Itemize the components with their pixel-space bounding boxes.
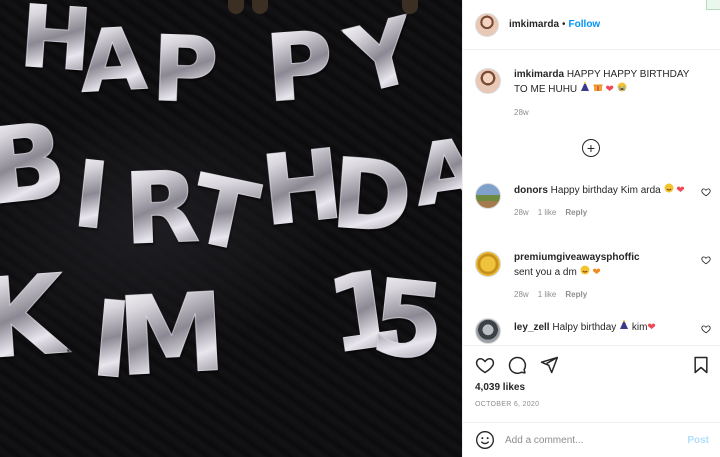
heart-emoji: ❤ [676,185,685,196]
follow-button[interactable]: Follow [569,19,601,30]
emoji-smiley-icon[interactable] [475,430,495,450]
like-heart-icon[interactable] [475,355,495,375]
post-photo[interactable]: H A P P Y B I R T H D A K I M 1 5 [0,0,462,457]
comment-time: 28w [514,208,529,217]
party-hat-emoji [619,320,629,333]
reply-button[interactable]: Reply [565,290,587,299]
avatar[interactable] [475,251,501,277]
balloon-letter: M [114,270,229,401]
caption: imkimarda HAPPY HAPPY BIRTHDAY TO ME HUH… [475,68,711,117]
balloon-letter: P [262,11,338,124]
comment-username[interactable]: donors [514,185,548,196]
comment-item: ley_zell Halpy birthday kim❤ [475,318,711,344]
like-comment-heart-icon[interactable] [701,324,711,334]
post-date: OCTOBER 6, 2020 [475,401,540,408]
reply-button[interactable]: Reply [565,208,587,217]
avatar[interactable] [475,183,501,209]
balloon-letter: 5 [365,255,451,385]
background-light [252,0,268,14]
balloon-letter: D [328,137,416,255]
crying-face-emoji [617,82,627,95]
post-comment-button[interactable]: Post [687,435,709,446]
separator-dot: • [562,19,566,30]
comment-text: Halpy birthday [552,322,617,333]
comment-item: premiumgiveawaysphoffic sent you a dm ❤ … [475,251,711,299]
post-side-panel: imkimarda • Follow imkimarda HAPPY HAPPY… [462,0,720,457]
like-comment-heart-icon[interactable] [701,187,711,197]
party-hat-emoji [580,82,590,95]
avatar[interactable] [475,12,499,37]
comment-time: 28w [514,290,529,299]
comment-item: donors Happy birthday Kim arda ❤ 28w 1 l… [475,183,711,217]
balloon-letter: B [0,99,72,230]
avatar[interactable] [475,318,501,344]
balloon-letter: P [150,16,221,125]
comment-text: sent you a dm [514,267,577,278]
comment-text-after: kim [631,322,648,333]
balloon-letter: Y [338,0,428,116]
header-username[interactable]: imkimarda [509,19,559,30]
comment-likes[interactable]: 1 like [538,290,557,299]
load-more-comments-button[interactable]: + [582,139,600,157]
heart-emoji: ❤ [605,84,614,95]
orange-heart-emoji: ❤ [592,267,601,278]
comment-username[interactable]: premiumgiveawaysphoffic [514,252,640,263]
bookmark-icon[interactable] [691,355,711,375]
balloon-letter: K [0,250,70,385]
like-comment-heart-icon[interactable] [701,255,711,265]
background-light [228,0,244,14]
comment-likes[interactable]: 1 like [538,208,557,217]
caption-username[interactable]: imkimarda [514,69,564,80]
gift-emoji [593,84,603,95]
balloon-letter: A [77,9,150,113]
comment-text: Happy birthday Kim arda [550,185,661,196]
balloon-letter: A [407,118,462,225]
add-comment-bar: Post [463,422,720,457]
heart-emoji: ❤ [647,322,656,333]
balloon-letter: I [68,140,114,251]
smiling-face-emoji [580,265,590,278]
comment-bubble-icon[interactable] [507,355,527,375]
post-header: imkimarda • Follow [463,0,720,50]
likes-count[interactable]: 4,039 likes [475,382,525,393]
comment-username[interactable]: ley_zell [514,322,550,333]
avatar[interactable] [475,68,501,94]
share-paper-plane-icon[interactable] [539,355,559,375]
smiling-face-emoji [664,183,674,196]
caption-time: 28w [514,108,529,117]
add-comment-input[interactable] [505,434,675,446]
